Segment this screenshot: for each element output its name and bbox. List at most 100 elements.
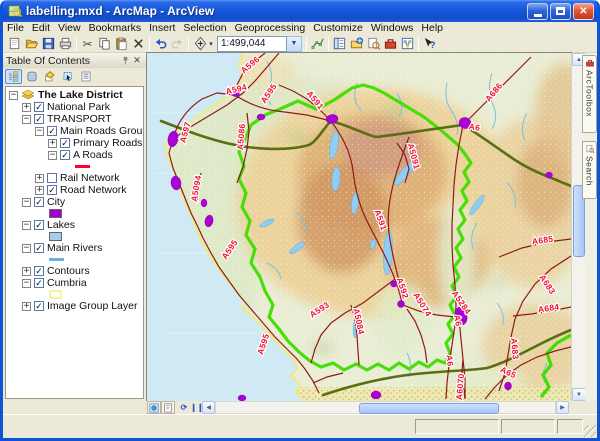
symbol-swatch[interactable] bbox=[49, 258, 64, 261]
menu-help[interactable]: Help bbox=[417, 22, 447, 35]
menu-view[interactable]: View bbox=[54, 22, 85, 35]
paste-icon[interactable] bbox=[113, 35, 130, 52]
list-by-source-button[interactable] bbox=[23, 69, 40, 84]
layer-checkbox[interactable]: ✓ bbox=[34, 114, 44, 124]
layer-checkbox[interactable]: ✓ bbox=[34, 243, 44, 253]
close-button[interactable]: ✕ bbox=[573, 3, 594, 20]
expand-icon[interactable]: + bbox=[35, 174, 44, 183]
scroll-left-icon[interactable]: ◀ bbox=[202, 401, 215, 414]
search-window-icon[interactable] bbox=[365, 35, 382, 52]
layer-checkbox[interactable]: ✓ bbox=[34, 278, 44, 288]
scale-value-input[interactable]: 1:499,044 bbox=[217, 36, 287, 52]
options-button[interactable] bbox=[77, 69, 94, 84]
layer-contours[interactable]: +✓Contours bbox=[6, 265, 143, 277]
layer-checkbox[interactable]: ✓ bbox=[34, 220, 44, 230]
tab-arctoolbox[interactable]: ArcToolbox bbox=[582, 55, 597, 133]
layer-checkbox[interactable]: ✓ bbox=[60, 138, 70, 148]
collapse-icon[interactable]: − bbox=[22, 115, 31, 124]
layer-image-group-layer[interactable]: +✓Image Group Layer bbox=[6, 300, 143, 312]
resize-grip[interactable] bbox=[584, 425, 596, 437]
layer-a-roads[interactable]: −✓A Roads bbox=[6, 149, 143, 161]
layer-cumbria[interactable]: −✓Cumbria bbox=[6, 277, 143, 289]
menu-bookmarks[interactable]: Bookmarks bbox=[85, 22, 146, 35]
menu-geoprocessing[interactable]: Geoprocessing bbox=[231, 22, 310, 35]
collapse-icon[interactable]: − bbox=[22, 198, 31, 207]
layer-lakes[interactable]: −✓Lakes bbox=[6, 219, 143, 231]
modelbuilder-window-icon[interactable] bbox=[399, 35, 416, 52]
horizontal-scroll-thumb[interactable] bbox=[359, 403, 499, 414]
catalog-window-icon[interactable] bbox=[348, 35, 365, 52]
layer-symbol[interactable] bbox=[6, 289, 143, 300]
scroll-right-icon[interactable]: ▶ bbox=[556, 401, 569, 414]
undo-icon[interactable] bbox=[152, 35, 169, 52]
toc-close-icon[interactable]: ✕ bbox=[131, 55, 143, 67]
menu-insert[interactable]: Insert bbox=[145, 22, 179, 35]
tab-search[interactable]: Search bbox=[582, 141, 597, 199]
layer-primary-roads[interactable]: +✓Primary Roads bbox=[6, 137, 143, 149]
menu-windows[interactable]: Windows bbox=[367, 22, 418, 35]
layer-national-park[interactable]: +✓National Park bbox=[6, 101, 143, 113]
expand-icon[interactable]: + bbox=[22, 103, 31, 112]
collapse-icon[interactable]: − bbox=[35, 127, 44, 136]
expand-icon[interactable]: + bbox=[35, 186, 44, 195]
layer-checkbox[interactable]: ✓ bbox=[34, 102, 44, 112]
open-folder-icon[interactable] bbox=[23, 35, 40, 52]
pin-icon[interactable] bbox=[119, 55, 131, 67]
horizontal-scroll-track[interactable] bbox=[215, 401, 556, 414]
add-data-icon[interactable]: ▾ bbox=[191, 35, 215, 52]
layer-checkbox[interactable]: ✓ bbox=[60, 150, 70, 160]
save-icon[interactable] bbox=[40, 35, 57, 52]
layout-view-button[interactable] bbox=[161, 401, 175, 414]
menu-edit[interactable]: Edit bbox=[28, 22, 54, 35]
select-features-dropdown-icon[interactable]: ▾ bbox=[339, 438, 343, 441]
help-whats-this-icon[interactable]: ? bbox=[421, 35, 438, 52]
map-view[interactable]: A596A594A595A591A686A6A597A5086A5091A509… bbox=[147, 53, 571, 401]
layer-symbol[interactable] bbox=[6, 208, 143, 219]
minimize-button[interactable] bbox=[527, 3, 548, 20]
list-by-visibility-button[interactable] bbox=[41, 69, 58, 84]
copy-icon[interactable] bbox=[96, 35, 113, 52]
print-icon[interactable] bbox=[57, 35, 74, 52]
collapse-icon[interactable]: − bbox=[22, 244, 31, 253]
expand-icon[interactable]: + bbox=[48, 139, 57, 148]
collapse-icon[interactable]: − bbox=[22, 279, 31, 288]
scale-dropdown-icon[interactable]: ▼ bbox=[287, 36, 302, 52]
layer-checkbox[interactable]: ✓ bbox=[34, 266, 44, 276]
layer-checkbox[interactable] bbox=[47, 173, 57, 183]
arctoolbox-window-icon[interactable] bbox=[382, 35, 399, 52]
layer-checkbox[interactable]: ✓ bbox=[34, 197, 44, 207]
layer-the-lake-district[interactable]: −The Lake District bbox=[6, 89, 143, 101]
layer-symbol[interactable] bbox=[6, 254, 143, 265]
layer-checkbox[interactable]: ✓ bbox=[34, 301, 44, 311]
list-by-drawing-order-button[interactable] bbox=[5, 69, 22, 84]
refresh-button[interactable]: ⟳ bbox=[178, 401, 190, 414]
data-view-button[interactable] bbox=[147, 401, 161, 414]
scale-combo[interactable]: 1:499,044▼ bbox=[217, 36, 302, 52]
collapse-icon[interactable]: − bbox=[48, 151, 57, 160]
layer-city[interactable]: −✓City bbox=[6, 196, 143, 208]
redo-icon[interactable] bbox=[169, 35, 186, 52]
map-horizontal-scrollbar[interactable]: ⟳ ❙❙ ◀ ▶ bbox=[3, 401, 597, 414]
list-by-selection-button[interactable] bbox=[59, 69, 76, 84]
edit-sketch-icon[interactable] bbox=[309, 35, 326, 52]
maximize-button[interactable] bbox=[550, 3, 571, 20]
new-document-icon[interactable] bbox=[6, 35, 23, 52]
symbol-swatch[interactable] bbox=[75, 165, 90, 168]
menu-selection[interactable]: Selection bbox=[179, 22, 230, 35]
menu-customize[interactable]: Customize bbox=[309, 22, 367, 35]
layer-road-network[interactable]: +✓Road Network bbox=[6, 184, 143, 196]
layer-main-rivers[interactable]: −✓Main Rivers bbox=[6, 242, 143, 254]
layer-symbol[interactable] bbox=[6, 161, 143, 172]
layer-main-roads-group[interactable]: −✓Main Roads Group bbox=[6, 125, 143, 137]
layer-symbol[interactable] bbox=[6, 231, 143, 242]
scroll-down-icon[interactable]: ▼ bbox=[572, 388, 586, 401]
symbol-swatch[interactable] bbox=[49, 290, 62, 299]
symbol-swatch[interactable] bbox=[49, 209, 62, 218]
expand-icon[interactable]: + bbox=[22, 267, 31, 276]
expand-icon[interactable]: + bbox=[22, 302, 31, 311]
menu-file[interactable]: File bbox=[3, 22, 28, 35]
add-data-dropdown-icon[interactable]: ▾ bbox=[209, 40, 213, 48]
cut-icon[interactable]: ✂ bbox=[79, 35, 96, 52]
layer-rail-network[interactable]: +Rail Network bbox=[6, 172, 143, 184]
collapse-icon[interactable]: − bbox=[22, 221, 31, 230]
